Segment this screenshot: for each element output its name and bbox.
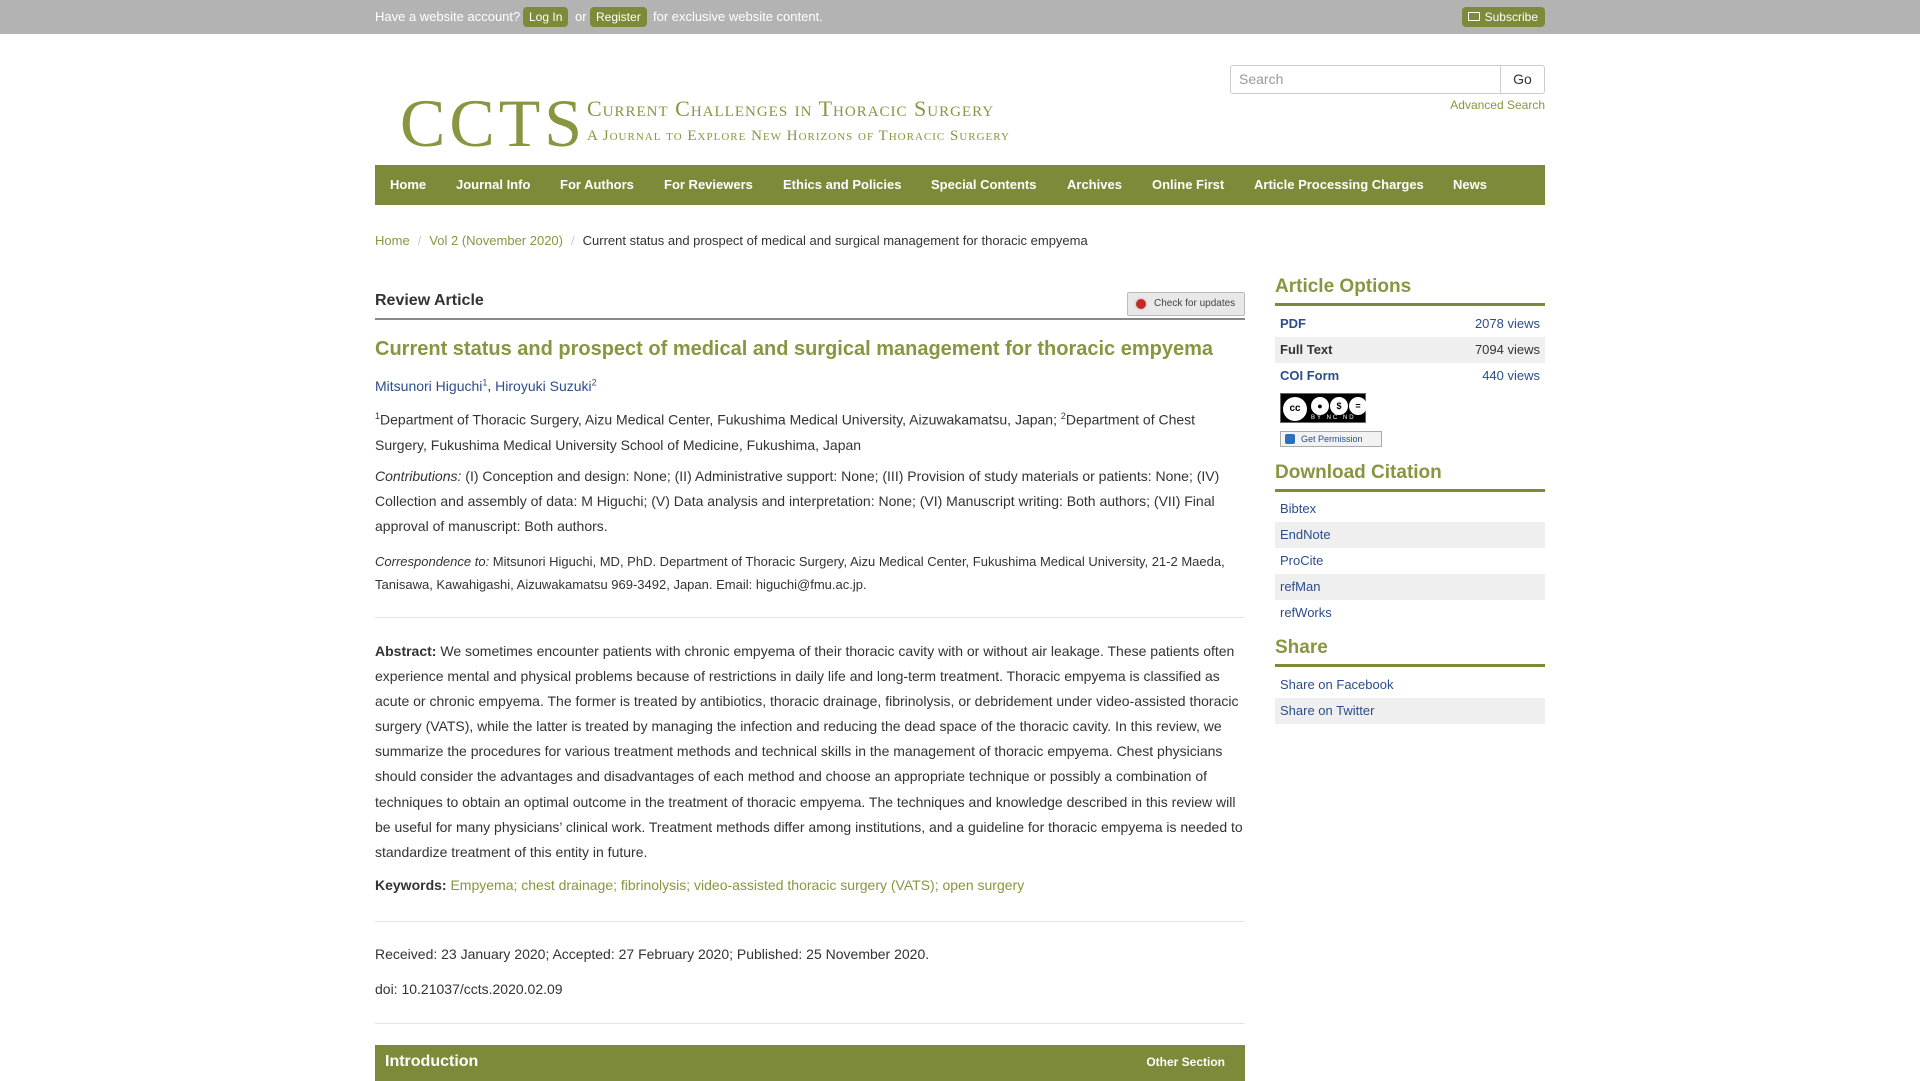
divider — [375, 318, 1245, 320]
publication-dates: Received: 23 January 2020; Accepted: 27 … — [375, 946, 930, 962]
contributions: Contributions: (I) Conception and design… — [375, 464, 1245, 539]
advanced-search-link[interactable]: Advanced Search — [1450, 98, 1545, 112]
abstract-text: We sometimes encounter patients with chr… — [375, 643, 1243, 860]
get-permission-button[interactable]: Get Permission — [1280, 431, 1382, 447]
share-twitter[interactable]: Share on Twitter — [1275, 698, 1545, 724]
option-label: PDF — [1280, 316, 1306, 331]
citation-refworks[interactable]: refWorks — [1275, 600, 1545, 626]
share-heading: Share — [1275, 637, 1328, 658]
section-header-introduction: Introduction Other Section — [375, 1045, 1245, 1081]
breadcrumb-current: Current status and prospect of medical a… — [582, 233, 1088, 248]
correspondence-text: Mitsunori Higuchi, MD, PhD. Department o… — [375, 554, 1225, 592]
keywords-label: Keywords: — [375, 877, 447, 893]
option-full-text[interactable]: Full Text 7094 views — [1275, 337, 1545, 363]
breadcrumb: Home / Vol 2 (November 2020) / Current statu… — [375, 233, 1088, 248]
divider — [375, 617, 1245, 618]
affiliations: 1Department of Thoracic Surgery, Aizu Me… — [375, 411, 1196, 453]
author-list: Mitsunori Higuchi1, Hiroyuki Suzuki2 — [375, 377, 597, 394]
option-views: 440 views — [1482, 368, 1540, 383]
crossmark-icon — [1134, 297, 1148, 311]
nav-journal-info[interactable]: Journal Info — [456, 165, 530, 205]
nav-news[interactable]: News — [1453, 165, 1487, 205]
main-nav: Home Journal Info For Authors For Review… — [375, 165, 1545, 205]
option-coi-form[interactable]: COI Form 440 views — [1275, 363, 1545, 389]
citation-refman[interactable]: refMan — [1275, 574, 1545, 600]
subscribe-button[interactable]: Subscribe — [1461, 7, 1545, 27]
account-prompt: Have a website account? — [375, 9, 521, 24]
breadcrumb-home[interactable]: Home — [375, 233, 410, 248]
share-facebook[interactable]: Share on Facebook — [1275, 672, 1545, 698]
logo-subtitle: A Journal to Explore New Horizons of Tho… — [587, 128, 1010, 144]
option-views: 7094 views — [1474, 342, 1540, 357]
nav-ethics-policies[interactable]: Ethics and Policies — [783, 165, 902, 205]
cc-tags: BY NC ND — [1311, 415, 1356, 421]
option-label: Full Text — [1280, 342, 1333, 357]
option-pdf[interactable]: PDF 2078 views — [1275, 311, 1545, 337]
correspondence-label: Correspondence to: — [375, 554, 490, 569]
citation-endnote[interactable]: EndNote — [1275, 522, 1545, 548]
nav-for-authors[interactable]: For Authors — [560, 165, 634, 205]
article-options-heading: Article Options — [1275, 276, 1412, 297]
search-input[interactable]: Search — [1230, 65, 1501, 94]
creative-commons-license-badge[interactable]: cc ● $ = BY NC ND — [1280, 393, 1367, 423]
keywords: Keywords: Empyema; chest drainage; fibri… — [375, 877, 1024, 893]
account-bar-inner: Have a website account? Log In or Regist… — [375, 0, 1545, 34]
account-suffix: for exclusive website content. — [653, 9, 823, 24]
nc-icon: $ — [1330, 397, 1348, 415]
nav-apc[interactable]: Article Processing Charges — [1254, 165, 1424, 205]
account-or: or — [575, 9, 587, 24]
nav-special-contents[interactable]: Special Contents — [931, 165, 1036, 205]
article-title: Current status and prospect of medical a… — [375, 338, 1213, 360]
breadcrumb-volume[interactable]: Vol 2 (November 2020) — [429, 233, 563, 248]
abstract-label: Abstract: — [375, 643, 437, 659]
journal-logo[interactable]: CCTS Current Challenges in Thoracic Surg… — [400, 88, 1040, 158]
section-title: Introduction — [385, 1053, 479, 1070]
contributions-label: Contributions: — [375, 468, 462, 484]
keywords-links[interactable]: Empyema; chest drainage; fibrinolysis; v… — [450, 877, 1024, 893]
other-section-button[interactable]: Other Section — [1146, 1055, 1225, 1069]
breadcrumb-separator: / — [571, 233, 575, 248]
nav-archives[interactable]: Archives — [1067, 165, 1122, 205]
citation-procite[interactable]: ProCite — [1275, 548, 1545, 574]
by-icon: ● — [1311, 397, 1329, 415]
divider — [1275, 664, 1545, 667]
check-updates-button[interactable]: Check for updates — [1127, 292, 1245, 316]
search-go-button[interactable]: Go — [1500, 65, 1545, 94]
download-citation-heading: Download Citation — [1275, 462, 1442, 483]
permission-icon — [1285, 434, 1295, 444]
option-views: 2078 views — [1474, 316, 1540, 331]
register-button[interactable]: Register — [590, 7, 647, 27]
citation-bibtex[interactable]: Bibtex — [1275, 496, 1545, 522]
correspondence: Correspondence to: Mitsunori Higuchi, MD… — [375, 550, 1245, 596]
divider — [1275, 303, 1545, 306]
author-link[interactable]: Hiroyuki Suzuki2 — [495, 377, 597, 394]
divider — [375, 921, 1245, 922]
logo-abbr: CCTS — [400, 85, 587, 161]
nav-home[interactable]: Home — [390, 165, 426, 205]
get-permission-label: Get Permission — [1301, 434, 1363, 444]
cc-icon: cc — [1283, 397, 1307, 421]
divider — [375, 1023, 1245, 1024]
mail-icon — [1467, 12, 1480, 21]
subscribe-label: Subscribe — [1484, 10, 1538, 24]
logo-title: Current Challenges in Thoracic Surgery — [587, 96, 995, 121]
divider — [1275, 489, 1545, 492]
account-bar: Have a website account? Log In or Regist… — [0, 0, 1920, 34]
option-label: COI Form — [1280, 368, 1340, 383]
nav-for-reviewers[interactable]: For Reviewers — [664, 165, 753, 205]
breadcrumb-separator: / — [417, 233, 422, 248]
nd-icon: = — [1349, 397, 1367, 415]
author-link[interactable]: Mitsunori Higuchi1 — [375, 377, 487, 394]
doi: doi: 10.21037/ccts.2020.02.09 — [375, 981, 563, 997]
article-type: Review Article — [375, 292, 484, 309]
login-button[interactable]: Log In — [523, 7, 569, 27]
abstract: Abstract: We sometimes encounter patient… — [375, 639, 1245, 865]
author-separator: , — [487, 377, 496, 394]
nav-online-first[interactable]: Online First — [1152, 165, 1224, 205]
check-updates-label: Check for updates — [1154, 298, 1236, 309]
contributions-text: (I) Conception and design: None; (II) Ad… — [375, 468, 1220, 534]
